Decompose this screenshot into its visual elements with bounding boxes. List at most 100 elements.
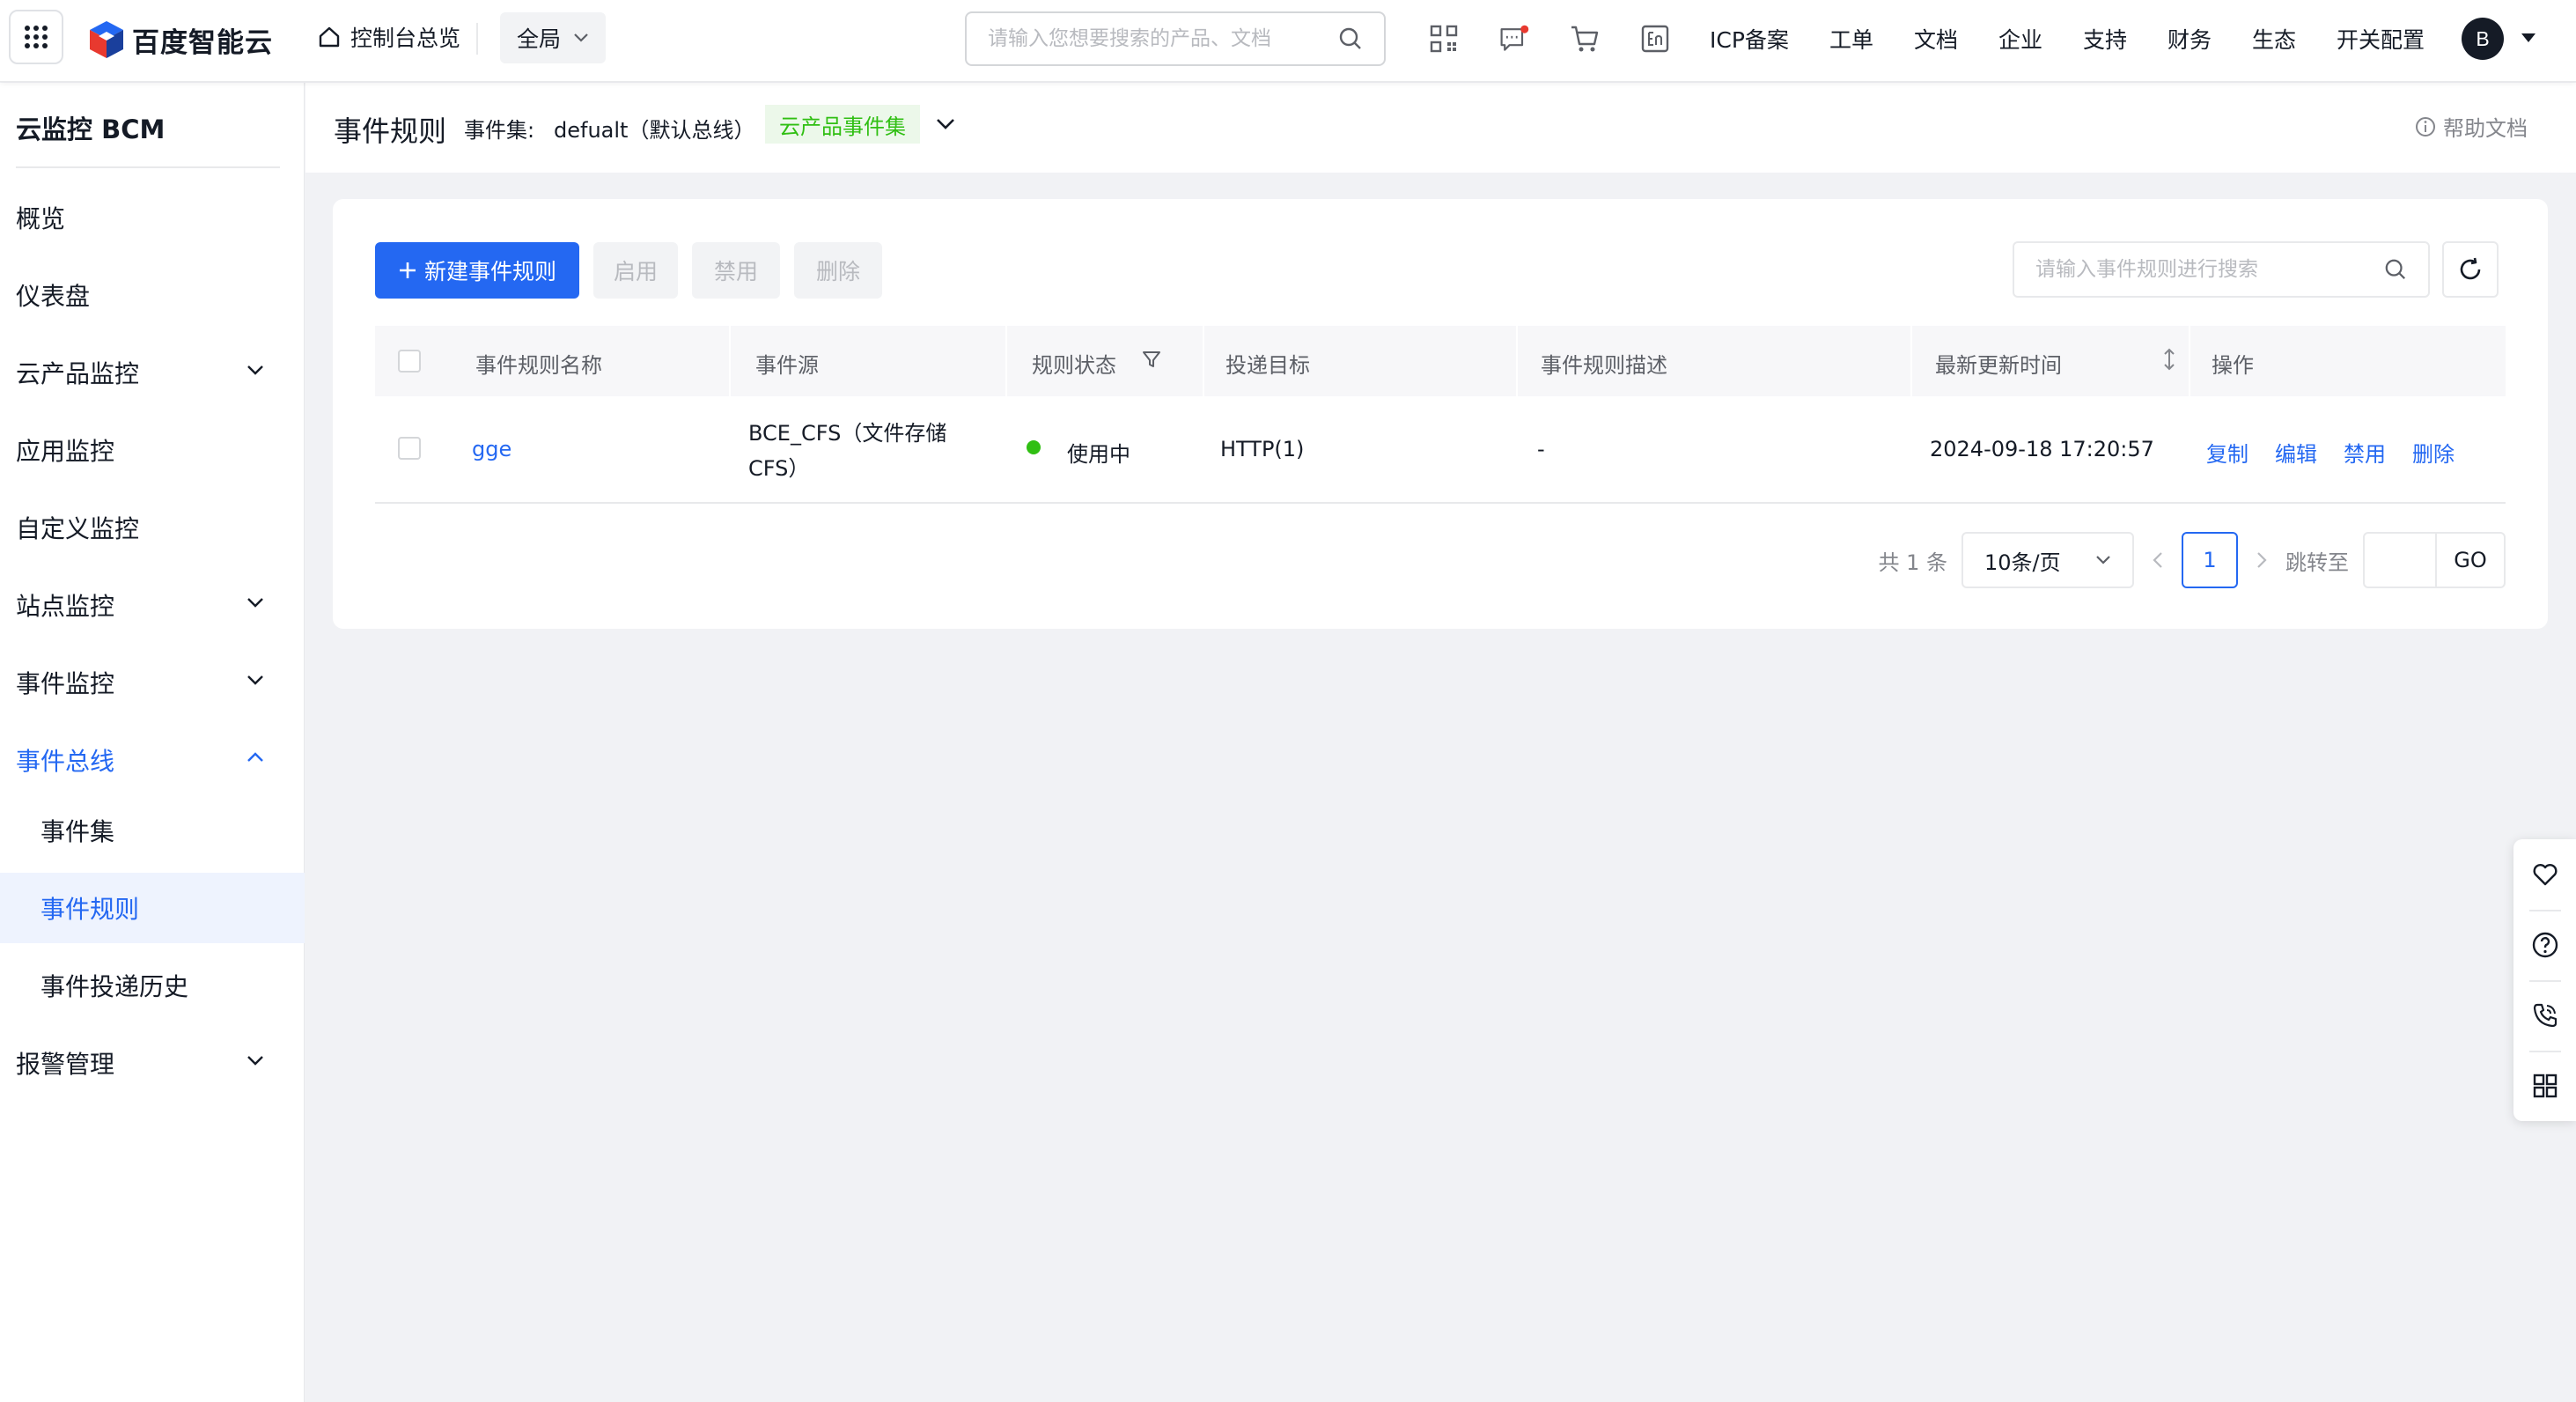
nav-support[interactable]: 支持	[2083, 23, 2127, 55]
question-icon	[2532, 932, 2558, 958]
sidebar-item-event-set[interactable]: 事件集	[0, 795, 305, 866]
language-icon[interactable]	[1639, 23, 1671, 55]
sidebar-item-overview[interactable]: 概览	[0, 182, 305, 253]
sidebar-item-label: 事件监控	[16, 669, 115, 698]
page-size-value: 10条/页	[1984, 550, 2061, 575]
nav-finance[interactable]: 财务	[2168, 23, 2212, 55]
nav-ticket[interactable]: 工单	[1829, 23, 1873, 55]
help-docs-link[interactable]: 帮助文档	[2415, 111, 2528, 142]
contact-button[interactable]	[2513, 980, 2576, 1051]
rule-source-line1: BCE_CFS（文件存储	[748, 421, 947, 446]
page-size-select[interactable]: 10条/页	[1961, 532, 2134, 588]
jump-input[interactable]: GO	[2363, 532, 2506, 588]
sidebar-item-event-rules[interactable]: 事件规则	[0, 873, 305, 943]
rule-name-link[interactable]: gge	[472, 437, 512, 461]
global-search-input[interactable]	[988, 27, 1322, 50]
grid-icon	[25, 26, 48, 48]
nav-ecosystem[interactable]: 生态	[2252, 23, 2296, 55]
region-selector[interactable]: 全局	[500, 12, 606, 63]
sidebar-item-dashboard[interactable]: 仪表盘	[0, 260, 305, 330]
next-page-icon[interactable]	[2256, 550, 2268, 570]
sidebar-item-alarm-management[interactable]: 报警管理	[0, 1028, 305, 1098]
console-home-label: 控制台总览	[350, 26, 461, 51]
console-home-link[interactable]: 控制台总览	[317, 21, 460, 53]
sidebar-item-custom-monitor[interactable]: 自定义监控	[0, 492, 305, 563]
table-header: 事件规则名称 事件源 规则状态 投递目标 事件规则描述 最新更新时间 操作	[375, 326, 2506, 396]
column-header-source: 事件源	[755, 353, 819, 378]
rule-search-box[interactable]	[2013, 241, 2430, 298]
user-avatar[interactable]: B	[2462, 18, 2504, 60]
sidebar-item-label: 事件投递历史	[40, 972, 189, 1001]
phone-icon	[2533, 1003, 2557, 1028]
help-button[interactable]	[2513, 910, 2576, 980]
help-docs-label: 帮助文档	[2443, 116, 2528, 141]
product-menu-button[interactable]	[9, 10, 63, 64]
go-button[interactable]: GO	[2435, 534, 2504, 587]
column-divider	[1203, 326, 1204, 396]
sidebar-item-event-bus[interactable]: 事件总线	[0, 725, 305, 795]
rule-description: -	[1537, 437, 1545, 461]
table-row: gge BCE_CFS（文件存储 CFS） 使用中 HTTP(1) - 2024…	[375, 396, 2506, 504]
column-header-status: 规则状态	[1032, 353, 1116, 378]
eventset-dropdown-chevron-icon[interactable]	[936, 118, 955, 130]
rule-source-line2: CFS）	[748, 456, 810, 481]
column-header-actions: 操作	[2212, 353, 2254, 378]
rule-search-input[interactable]	[2035, 258, 2370, 281]
plus-icon	[399, 262, 416, 278]
heart-icon	[2533, 864, 2557, 886]
sidebar-item-label: 应用监控	[16, 437, 115, 466]
sidebar-item-delivery-history[interactable]: 事件投递历史	[0, 950, 305, 1021]
create-rule-button[interactable]: 新建事件规则	[375, 242, 579, 299]
brand-logo[interactable]: 百度智能云	[88, 19, 273, 60]
sidebar-item-label: 报警管理	[16, 1050, 115, 1079]
edit-action[interactable]: 编辑	[2275, 437, 2317, 468]
delete-action[interactable]: 删除	[2412, 437, 2455, 468]
floating-toolbar	[2513, 839, 2576, 1121]
topbar-divider	[476, 23, 478, 55]
user-menu-caret-icon[interactable]	[2521, 33, 2536, 42]
nav-enterprise[interactable]: 企业	[1998, 23, 2042, 55]
sidebar-item-site-monitor[interactable]: 站点监控	[0, 570, 305, 640]
chevron-down-icon	[247, 598, 263, 608]
refresh-button[interactable]	[2442, 241, 2499, 298]
global-search-box[interactable]	[965, 11, 1386, 66]
nav-docs[interactable]: 文档	[1914, 23, 1958, 55]
delete-button[interactable]: 删除	[794, 242, 882, 299]
sidebar-item-app-monitor[interactable]: 应用监控	[0, 415, 305, 485]
qrcode-icon[interactable]	[1428, 23, 1460, 55]
disable-button[interactable]: 禁用	[692, 242, 780, 299]
select-all-checkbox[interactable]	[398, 350, 421, 373]
sidebar-item-label: 事件规则	[40, 895, 140, 924]
cart-icon[interactable]	[1569, 23, 1601, 55]
message-icon[interactable]	[1498, 23, 1530, 55]
search-icon[interactable]	[2384, 258, 2407, 281]
column-header-name: 事件规则名称	[475, 353, 602, 378]
column-divider	[1005, 326, 1007, 396]
nav-switch-config[interactable]: 开关配置	[2337, 23, 2425, 55]
top-navigation-bar: 百度智能云 控制台总览 全局 ICP备案 工单 文档 企业 支持 财务 生态 开…	[0, 0, 2576, 82]
search-icon[interactable]	[1338, 26, 1363, 51]
column-header-description: 事件规则描述	[1541, 353, 1667, 378]
enable-button[interactable]: 启用	[593, 242, 678, 299]
row-checkbox[interactable]	[398, 437, 421, 460]
sidebar-title: 云监控 BCM	[16, 114, 166, 144]
nav-icp[interactable]: ICP备案	[1710, 23, 1789, 55]
copy-action[interactable]: 复制	[2206, 437, 2248, 468]
chevron-down-icon	[2096, 556, 2110, 564]
region-label: 全局	[516, 26, 561, 52]
disable-action[interactable]: 禁用	[2344, 437, 2386, 468]
column-divider	[1516, 326, 1518, 396]
info-icon	[2416, 116, 2435, 137]
favorite-button[interactable]	[2513, 839, 2576, 910]
sidebar: 云监控 BCM 概览 仪表盘 云产品监控 应用监控 自定义监控 站点监控 事件监…	[0, 83, 305, 1402]
sidebar-item-cloud-product-monitor[interactable]: 云产品监控	[0, 337, 305, 408]
prev-page-icon[interactable]	[2152, 550, 2164, 570]
page-number-current[interactable]: 1	[2182, 532, 2238, 588]
event-rules-card: 新建事件规则 启用 禁用 删除 事件规则名称 事件源 规则状态 投递目标 事件规…	[333, 199, 2548, 629]
apps-button[interactable]	[2513, 1051, 2576, 1121]
sort-icon[interactable]	[2162, 347, 2176, 372]
chevron-down-icon	[247, 365, 263, 375]
chevron-down-icon	[574, 33, 588, 42]
filter-icon[interactable]	[1141, 349, 1162, 370]
sidebar-item-event-monitor[interactable]: 事件监控	[0, 647, 305, 718]
